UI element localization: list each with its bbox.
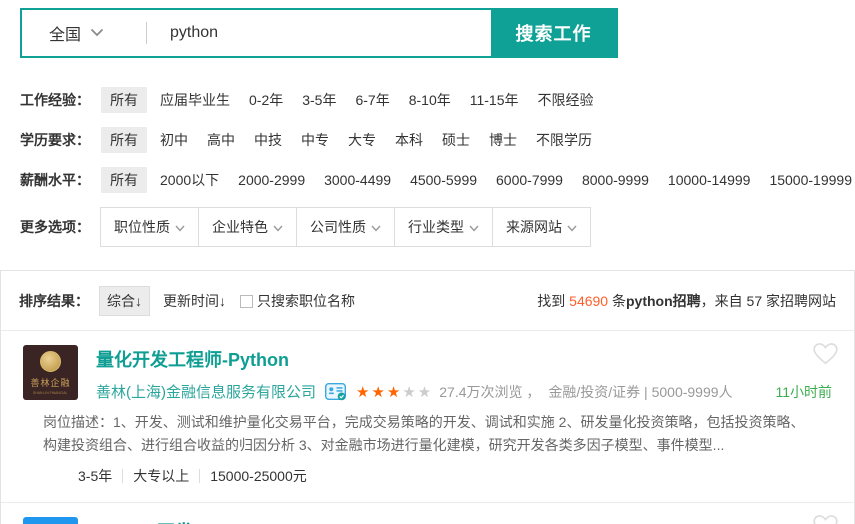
search-input[interactable] [147,10,491,56]
filter-option[interactable]: 4500-5999 [410,172,477,188]
company-logo[interactable]: 善林企融 SHAN LIN FINANCIAL [23,345,78,400]
filter-option[interactable]: 高中 [207,130,235,150]
filter-row-education: 学历要求： 所有 初中 高中 中技 中专 大专 本科 硕士 博士 不限学历 [20,127,855,153]
chevron-down-icon [567,219,577,235]
title-only-checkbox[interactable] [240,295,253,308]
logo-subtext: SHAN LIN FINANCIAL [33,390,67,394]
job-card: Python开发 深圳市藤讯科技有限公司 [1,502,854,524]
logo-text: 善林企融 [30,376,70,389]
chevron-down-icon [371,219,381,235]
filter-option[interactable]: 不限经验 [538,90,594,110]
filter-label: 学历要求： [20,130,90,150]
filter-option[interactable]: 6000-7999 [496,172,563,188]
dropdown-source-site[interactable]: 来源网站 [492,207,591,247]
filter-option[interactable]: 硕士 [442,130,470,150]
dropdown-company-type[interactable]: 公司性质 [296,207,395,247]
region-value: 全国 [49,21,81,45]
filter-option[interactable]: 大专 [348,130,376,150]
found-prefix: 找到 [537,293,569,309]
posted-time: 11小时前 [775,382,834,402]
filter-option[interactable]: 0-2年 [249,90,283,110]
favorite-heart-icon[interactable] [812,342,839,366]
chevron-down-icon [90,24,104,42]
filter-option[interactable]: 6-7年 [355,90,389,110]
filter-option[interactable]: 所有 [101,167,147,193]
filter-option[interactable]: 2000以下 [160,170,219,190]
filter-option[interactable]: 不限学历 [536,130,592,150]
rating-stars: ★★★★★ [356,383,433,401]
job-meta-row: 3-5年 大专以上 15000-25000元 [78,466,834,486]
dropdown-label: 职位性质 [114,217,170,237]
filter-option[interactable]: 中专 [301,130,329,150]
gold-coin-icon [40,351,61,372]
chevron-down-icon [175,219,185,235]
filter-label: 工作经验： [20,90,90,110]
filter-option[interactable]: 初中 [160,130,188,150]
favorite-heart-icon[interactable] [812,514,839,524]
title-only-checkbox-label[interactable]: 只搜索职位名称 [257,291,355,311]
job-info: Python开发 深圳市藤讯科技有限公司 [96,517,834,524]
job-search-bar: 全国 搜索工作 [20,8,618,58]
result-count: 54690 [569,293,608,309]
dropdown-industry[interactable]: 行业类型 [394,207,493,247]
verified-resume-icon [325,383,347,401]
more-options-row: 更多选项： 职位性质 企业特色 公司性质 行业类型 来源网站 [20,207,855,247]
more-options-label: 更多选项： [20,217,90,237]
filter-option[interactable]: 10000-14999 [668,172,751,188]
filter-option[interactable]: 所有 [101,87,147,113]
filter-option[interactable]: 中技 [254,130,282,150]
filter-option[interactable]: 博士 [489,130,517,150]
filter-option[interactable]: 3000-4499 [324,172,391,188]
job-title-link[interactable]: Python开发 [96,518,193,524]
sort-by-time-button[interactable]: 更新时间↓ [163,291,226,311]
result-unit: 条 [608,293,626,309]
result-stat: 找到 54690 条python招聘，来自 57 家招聘网站 [537,291,836,311]
results-panel: 排序结果： 综合↓ 更新时间↓ 只搜索职位名称 找到 54690 条python… [0,270,855,524]
search-job-button[interactable]: 搜索工作 [491,10,616,56]
filter-option[interactable]: 11-15年 [470,90,519,110]
region-select[interactable]: 全国 [22,10,146,56]
filter-option[interactable]: 15000-19999 [769,172,852,188]
filter-option[interactable]: 8-10年 [409,90,451,110]
company-logo[interactable] [23,517,78,524]
industry-and-size: 金融/投资/证券 | 5000-9999人 [548,382,732,402]
dropdown-label: 企业特色 [212,217,268,237]
filter-option[interactable]: 8000-9999 [582,172,649,188]
meta-separator [199,469,200,483]
sort-bar: 排序结果： 综合↓ 更新时间↓ 只搜索职位名称 找到 54690 条python… [1,271,854,331]
filter-option[interactable]: 所有 [101,127,147,153]
filter-label: 薪酬水平： [20,170,90,190]
chevron-down-icon [469,219,479,235]
sort-label: 排序结果： [19,291,89,311]
result-suffix: ，来自 57 家招聘网站 [701,293,836,309]
filter-option[interactable]: 2000-2999 [238,172,305,188]
view-count: 27.4万次浏览 ， [439,382,540,402]
filter-option[interactable]: 本科 [395,130,423,150]
job-title-link[interactable]: 量化开发工程师-Python [96,346,289,372]
stars-filled: ★★★ [356,384,402,401]
dropdown-label: 行业类型 [408,217,464,237]
meta-experience: 3-5年 [78,466,112,486]
meta-education: 大专以上 [133,466,189,486]
job-card: 善林企融 SHAN LIN FINANCIAL 量化开发工程师-Python 善… [1,331,854,502]
filter-row-salary: 薪酬水平： 所有 2000以下 2000-2999 3000-4499 4500… [20,167,855,193]
stars-empty: ★★ [402,384,433,401]
filter-row-experience: 工作经验： 所有 应届毕业生 0-2年 3-5年 6-7年 8-10年 11-1… [20,87,855,113]
job-info: 量化开发工程师-Python 善林(上海)金融信息服务有限公司 [96,345,834,402]
dropdown-job-nature[interactable]: 职位性质 [100,207,199,247]
filter-option[interactable]: 应届毕业生 [160,90,230,110]
sort-comprehensive-button[interactable]: 综合↓ [99,286,150,316]
job-description: 岗位描述：1、开发、测试和维护量化交易平台，完成交易策略的开发、调试和实施 2、… [43,411,816,456]
dropdown-company-feature[interactable]: 企业特色 [198,207,297,247]
meta-salary: 15000-25000元 [210,466,307,486]
dropdown-label: 来源网站 [506,217,562,237]
company-name-link[interactable]: 善林(上海)金融信息服务有限公司 [96,381,316,402]
filter-option[interactable]: 3-5年 [302,90,336,110]
result-keyword: python招聘 [626,293,701,309]
dropdown-label: 公司性质 [310,217,366,237]
company-row: 善林(上海)金融信息服务有限公司 ★★★★★ 27.4 [96,381,834,402]
chevron-down-icon [273,219,283,235]
meta-separator [122,469,123,483]
